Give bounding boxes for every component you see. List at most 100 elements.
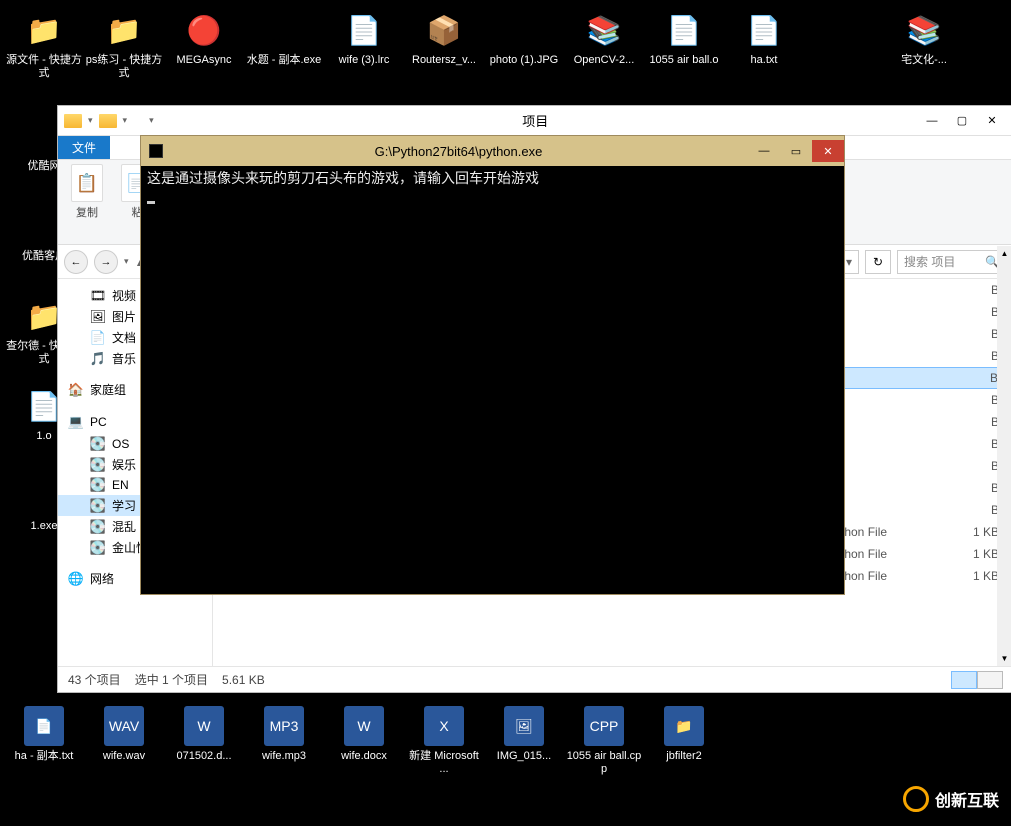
file-icon: 📁: [664, 706, 704, 746]
back-button[interactable]: ←: [64, 250, 88, 274]
desktop: 📁 源文件 - 快捷方式📁ps练习 - 快捷方式🔴MEGAsync🗔水题 - 副本…: [0, 0, 1011, 826]
file-type: Python File: [827, 547, 947, 561]
watermark: 创新互联: [903, 786, 999, 812]
desktop-icon[interactable]: 🖼 IMG_015...: [484, 700, 564, 790]
console-minimize-button[interactable]: —: [748, 140, 780, 162]
details-view-button[interactable]: [951, 671, 977, 689]
file-icon: 🖼: [504, 706, 544, 746]
console-title-bar[interactable]: G:\Python27bit64\python.exe — ▭ ✕: [141, 136, 844, 166]
address-dropdown-icon[interactable]: ▾: [846, 255, 852, 269]
copy-label: 复制: [76, 204, 98, 220]
file-icon: 🗔: [264, 10, 304, 50]
file-type: Python File: [827, 569, 947, 583]
scroll-up-icon[interactable]: ▲: [997, 246, 1011, 261]
sidebar-item-icon: 🏠: [68, 382, 84, 398]
desktop-icon[interactable]: 📦Routersz_v...: [404, 4, 484, 94]
console-window: G:\Python27bit64\python.exe — ▭ ✕ 这是通过摄像…: [140, 135, 845, 595]
file-icon: MP3: [264, 706, 304, 746]
file-icon: 📄: [664, 10, 704, 50]
sidebar-item-label: 视频: [112, 287, 136, 304]
copy-icon: 📋: [71, 164, 103, 202]
icon-label: 071502.d...: [176, 750, 231, 763]
desktop-icon[interactable]: [804, 4, 884, 94]
close-button[interactable]: ✕: [977, 110, 1007, 132]
desktop-icon[interactable]: X新建 Microsoft ...: [404, 700, 484, 790]
selection-count: 选中 1 个项目: [135, 671, 208, 688]
sidebar-item-label: 网络: [90, 570, 114, 587]
sidebar-item-icon: 💽: [90, 477, 106, 493]
sidebar-item-label: PC: [90, 415, 107, 429]
desktop-icon[interactable]: 🗔水题 - 副本.exe: [244, 4, 324, 94]
search-placeholder: 搜索 项目: [904, 253, 955, 270]
desktop-icon[interactable]: 📚OpenCV-2...: [564, 4, 644, 94]
refresh-button[interactable]: ↻: [865, 250, 891, 274]
desktop-icon[interactable]: 🖼photo (1).JPG: [484, 4, 564, 94]
desktop-icon[interactable]: 📄ha.txt: [724, 4, 804, 94]
icon-label: 1055 air ball.cpp: [564, 750, 644, 776]
icon-label: Routersz_v...: [412, 54, 476, 67]
file-icon: W: [344, 706, 384, 746]
icon-label: 1.exe: [31, 520, 58, 533]
qa-overflow-icon[interactable]: ▾: [149, 115, 154, 126]
desktop-icon[interactable]: WAVwife.wav: [84, 700, 164, 790]
sidebar-item-icon: 🖼: [90, 309, 106, 325]
sidebar-item-icon: 🌐: [68, 571, 84, 587]
sidebar-item-label: 家庭组: [90, 381, 126, 398]
desktop-icon[interactable]: 📁jbfilter2: [644, 700, 724, 790]
console-output: 这是通过摄像头来玩的剪刀石头布的游戏，请输入回车开始游戏: [147, 170, 539, 186]
desktop-icon[interactable]: Wwife.docx: [324, 700, 404, 790]
console-maximize-button[interactable]: ▭: [780, 140, 812, 162]
explorer-title-bar[interactable]: ▾ ▾ ▾ 项目 — ▢ ✕: [58, 106, 1011, 136]
scroll-down-icon[interactable]: ▼: [997, 651, 1011, 666]
icon-label: 优酷网: [28, 160, 61, 173]
history-dropdown-icon[interactable]: ▾: [124, 256, 129, 267]
search-input[interactable]: 搜索 项目 🔍: [897, 250, 1007, 274]
file-icon: 📚: [584, 10, 624, 50]
desktop-icon[interactable]: 📁ps练习 - 快捷方式: [84, 4, 164, 94]
icon-label: ha - 副本.txt: [15, 750, 74, 763]
copy-button[interactable]: 📋 复制: [66, 164, 108, 240]
desktop-icon[interactable]: 🔴MEGAsync: [164, 4, 244, 94]
desktop-icon[interactable]: 📚宅文化-...: [884, 4, 964, 94]
forward-button[interactable]: →: [94, 250, 118, 274]
icon-label: IMG_015...: [497, 750, 551, 763]
file-icon: 📁: [24, 10, 64, 50]
sidebar-item-label: OS: [112, 437, 129, 451]
icon-label: MEGAsync: [176, 54, 231, 67]
icon-label: photo (1).JPG: [490, 54, 558, 67]
minimize-button[interactable]: —: [917, 110, 947, 132]
desktop-icon[interactable]: MP3wife.mp3: [244, 700, 324, 790]
maximize-button[interactable]: ▢: [947, 110, 977, 132]
sidebar-item-icon: 🎞: [90, 288, 106, 304]
sidebar-item-icon: 📄: [90, 330, 106, 346]
sidebar-item-label: EN: [112, 478, 129, 492]
title-dropdown-icon[interactable]: ▾: [88, 115, 93, 126]
console-icon: [149, 144, 163, 158]
icon-label: 宅文化-...: [901, 54, 947, 67]
console-body[interactable]: 这是通过摄像头来玩的剪刀石头布的游戏，请输入回车开始游戏: [141, 166, 844, 594]
console-close-button[interactable]: ✕: [812, 140, 844, 162]
selection-size: 5.61 KB: [222, 673, 265, 687]
explorer-scrollbar[interactable]: ▲ ▼: [997, 246, 1011, 666]
desktop-icon[interactable]: W071502.d...: [164, 700, 244, 790]
desktop-icon[interactable]: 📄ha - 副本.txt: [4, 700, 84, 790]
sidebar-item-label: 文档: [112, 329, 136, 346]
desktop-icon[interactable]: 📁 源文件 - 快捷方式: [4, 4, 84, 94]
file-tab[interactable]: 文件: [58, 136, 110, 159]
icon-label: 源文件 - 快捷方式: [4, 54, 84, 80]
desktop-icon[interactable]: 📄wife (3).lrc: [324, 4, 404, 94]
file-icon: 📄: [344, 10, 384, 50]
icons-view-button[interactable]: [977, 671, 1003, 689]
qa-dropdown-icon[interactable]: ▾: [123, 115, 128, 126]
desktop-icon[interactable]: 📄1055 air ball.o: [644, 4, 724, 94]
sidebar-item-icon: 💻: [68, 414, 84, 430]
watermark-logo-icon: [903, 786, 929, 812]
file-type: Python File: [827, 525, 947, 539]
sidebar-item-icon: 💽: [90, 498, 106, 514]
window-controls: — ▢ ✕: [917, 110, 1007, 132]
icon-label: wife.wav: [103, 750, 145, 763]
desktop-icon[interactable]: CPP1055 air ball.cpp: [564, 700, 644, 790]
explorer-title: 项目: [160, 111, 911, 130]
icon-label: 新建 Microsoft ...: [404, 750, 484, 776]
sidebar-item-label: 混乱: [112, 518, 136, 535]
